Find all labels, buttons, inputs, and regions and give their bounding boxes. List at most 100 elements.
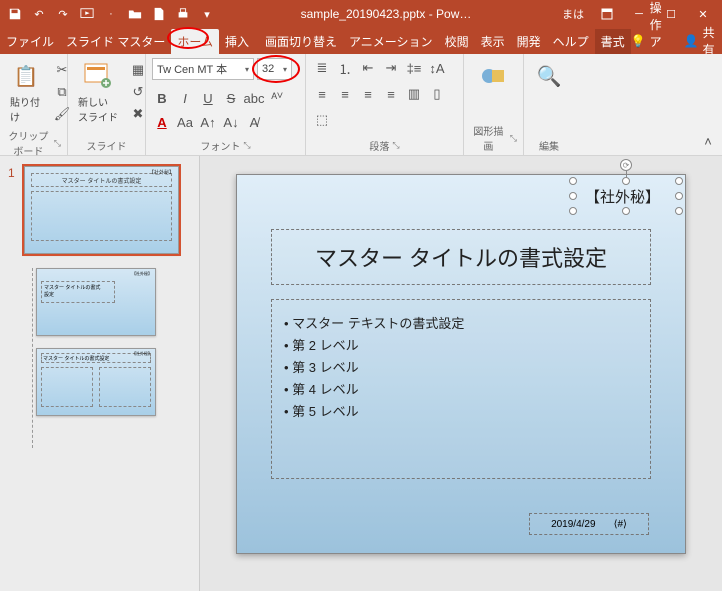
font-size-combo[interactable]: 32 ▾ bbox=[257, 58, 292, 80]
open-icon[interactable] bbox=[124, 3, 146, 25]
tab-format[interactable]: 書式 bbox=[595, 29, 631, 54]
thumb-box bbox=[99, 367, 151, 407]
tab-review[interactable]: 校閲 bbox=[439, 29, 475, 54]
thumb-box bbox=[41, 367, 93, 407]
indent-decrease-button[interactable]: ⇤ bbox=[358, 58, 378, 78]
italic-button[interactable]: I bbox=[175, 88, 195, 108]
resize-handle[interactable] bbox=[675, 192, 683, 200]
font-color-button[interactable]: A bbox=[152, 112, 172, 132]
convert-smartart-button[interactable]: ⬚ bbox=[312, 110, 332, 130]
qat-customize-icon[interactable]: ▾ bbox=[196, 3, 218, 25]
slide-number: 1 bbox=[8, 166, 18, 254]
columns-button[interactable]: ▥ bbox=[404, 84, 424, 104]
title-text: マスター タイトルの書式設定 bbox=[315, 241, 607, 273]
confidential-text[interactable]: 【社外秘】 bbox=[579, 184, 666, 209]
expand-icon[interactable]: ⤡ bbox=[54, 138, 61, 149]
new-slide-label: 新しい スライド bbox=[78, 94, 118, 124]
highlight-circle-size bbox=[252, 55, 300, 83]
paste-button[interactable]: 📋 貼り付け bbox=[6, 58, 46, 126]
tab-insert[interactable]: 挿入 bbox=[219, 29, 255, 54]
start-slideshow-icon[interactable] bbox=[76, 3, 98, 25]
clear-format-button[interactable]: A̸ bbox=[244, 112, 264, 132]
ribbon-group-clipboard: 📋 貼り付け ✂ ⧉ 🖌 クリップボード⤡ bbox=[0, 54, 68, 155]
font-family-value: Tw Cen MT 本 bbox=[157, 61, 227, 77]
body-lv5: 第 5 レベル bbox=[284, 401, 638, 420]
bold-button[interactable]: B bbox=[152, 88, 172, 108]
selection-box[interactable]: ⟳ 【社外秘】 bbox=[573, 181, 679, 211]
text-direction-button[interactable]: ↕A bbox=[427, 58, 447, 78]
ribbon-group-paragraph: ≣ ⒈ ⇤ ⇥ ‡≡ ↕A ≡ ≡ ≡ ≡ ▥ ▯ ⬚ 段落⤡ bbox=[306, 54, 464, 155]
find-button[interactable]: 🔍 bbox=[530, 58, 568, 94]
shapes-button[interactable] bbox=[470, 58, 517, 94]
expand-icon[interactable]: ⤡ bbox=[392, 140, 399, 151]
layout-thumbnail-2[interactable]: マスター タイトルの書式設定 【社外秘】 bbox=[36, 348, 156, 416]
expand-icon[interactable]: ⤡ bbox=[243, 140, 250, 151]
slide-master[interactable]: ⟳ 【社外秘】 マスター タイトルの書式設定 マスター テキストの書式設定 第 … bbox=[236, 174, 686, 554]
paste-icon: 📋 bbox=[10, 60, 42, 92]
tab-view[interactable]: 表示 bbox=[475, 29, 511, 54]
align-left-button[interactable]: ≡ bbox=[312, 84, 332, 104]
resize-handle[interactable] bbox=[569, 207, 577, 215]
tab-file[interactable]: ファイル bbox=[0, 29, 60, 54]
share-label[interactable]: 共有 bbox=[703, 24, 715, 58]
line-spacing-button[interactable]: ‡≡ bbox=[404, 58, 424, 78]
ribbon-display-icon[interactable] bbox=[592, 3, 622, 25]
body-lv2: 第 2 レベル bbox=[284, 335, 638, 354]
rotate-handle-icon[interactable]: ⟳ bbox=[620, 159, 632, 171]
bullets-button[interactable]: ≣ bbox=[312, 58, 332, 78]
layout-icon[interactable]: ▦ bbox=[128, 60, 148, 80]
new-file-icon[interactable] bbox=[148, 3, 170, 25]
reset-icon[interactable]: ↺ bbox=[128, 82, 148, 102]
paragraph-group-label: 段落⤡ bbox=[312, 138, 457, 153]
delete-slide-icon[interactable]: ✖ bbox=[128, 104, 148, 124]
body-lv1: マスター テキストの書式設定 bbox=[284, 313, 638, 332]
new-slide-button[interactable]: 新しい スライド bbox=[74, 58, 122, 126]
expand-icon[interactable]: ⤡ bbox=[510, 133, 517, 144]
underline-button[interactable]: U bbox=[198, 88, 218, 108]
resize-handle[interactable] bbox=[569, 192, 577, 200]
resize-handle[interactable] bbox=[675, 207, 683, 215]
resize-handle[interactable] bbox=[569, 177, 577, 185]
align-text-button[interactable]: ▯ bbox=[427, 84, 447, 104]
text-shadow-button[interactable]: abc bbox=[244, 88, 264, 108]
tab-transitions[interactable]: 画面切り替え bbox=[259, 29, 343, 54]
tab-animations[interactable]: アニメーション bbox=[343, 29, 439, 54]
grow-font-button[interactable]: A↑ bbox=[198, 112, 218, 132]
date-text: 2019/4/29 bbox=[551, 519, 596, 530]
ribbon: 📋 貼り付け ✂ ⧉ 🖌 クリップボード⤡ 新しい スライド ▦ ↺ ✖ スライ… bbox=[0, 54, 722, 156]
layout-thumbnail-1[interactable]: マスター タイトルの書式 設定 【社外秘】 bbox=[36, 268, 156, 336]
change-case-button[interactable]: Aa bbox=[175, 112, 195, 132]
resize-handle[interactable] bbox=[675, 177, 683, 185]
tab-home[interactable]: ホーム bbox=[171, 29, 219, 54]
align-right-button[interactable]: ≡ bbox=[358, 84, 378, 104]
char-spacing-button[interactable]: ᴬⱽ bbox=[267, 88, 287, 108]
undo-icon[interactable]: ↶ bbox=[28, 3, 50, 25]
collapse-ribbon-icon[interactable]: ˄ bbox=[698, 131, 718, 151]
date-footer-placeholder[interactable]: 2019/4/29 ⟨#⟩ bbox=[529, 513, 649, 535]
numbering-button[interactable]: ⒈ bbox=[335, 58, 355, 78]
tab-slide-master[interactable]: スライド マスター bbox=[60, 29, 171, 54]
slide-canvas-area[interactable]: ⟳ 【社外秘】 マスター タイトルの書式設定 マスター テキストの書式設定 第 … bbox=[200, 156, 722, 591]
redo-icon[interactable]: ↷ bbox=[52, 3, 74, 25]
indent-increase-button[interactable]: ⇥ bbox=[381, 58, 401, 78]
font-family-combo[interactable]: Tw Cen MT 本 ▾ bbox=[152, 58, 254, 80]
body-placeholder[interactable]: マスター テキストの書式設定 第 2 レベル 第 3 レベル 第 4 レベル 第… bbox=[271, 299, 651, 479]
shapes-icon bbox=[478, 60, 510, 92]
share-icon[interactable]: 👤 bbox=[684, 32, 699, 50]
quick-access-toolbar: ↶ ↷ · ▾ bbox=[4, 3, 218, 25]
master-thumbnail[interactable]: マスター タイトルの書式設定 【社外秘】 bbox=[24, 166, 179, 254]
shrink-font-button[interactable]: A↓ bbox=[221, 112, 241, 132]
tab-help[interactable]: ヘルプ bbox=[547, 29, 595, 54]
user-name[interactable]: まは bbox=[562, 6, 584, 22]
save-icon[interactable] bbox=[4, 3, 26, 25]
title-placeholder[interactable]: マスター タイトルの書式設定 bbox=[271, 229, 651, 285]
layout-tree-line bbox=[32, 268, 33, 448]
align-center-button[interactable]: ≡ bbox=[335, 84, 355, 104]
ribbon-group-editing: 🔍 編集 bbox=[524, 54, 574, 155]
strike-button[interactable]: S bbox=[221, 88, 241, 108]
body-lv3: 第 3 レベル bbox=[284, 357, 638, 376]
justify-button[interactable]: ≡ bbox=[381, 84, 401, 104]
quick-print-icon[interactable] bbox=[172, 3, 194, 25]
tell-me-icon[interactable]: 💡 bbox=[631, 32, 646, 50]
tab-developer[interactable]: 開発 bbox=[511, 29, 547, 54]
